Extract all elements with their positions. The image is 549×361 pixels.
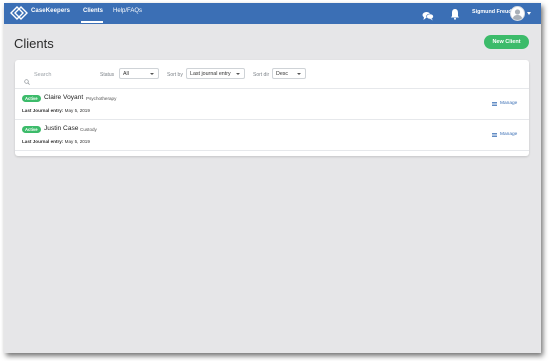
sort-by-select-value: Last journal entry <box>190 71 231 77</box>
manage-label: Manage <box>500 132 518 137</box>
client-name[interactable]: Justin Case <box>44 125 78 132</box>
user-avatar-icon[interactable] <box>510 6 525 21</box>
casekeepers-logo-icon[interactable] <box>10 6 28 20</box>
list-icon <box>492 133 497 139</box>
top-navbar: CaseKeepers Clients Help/FAQs Sigmund Fr… <box>4 3 541 24</box>
search-icon <box>24 72 30 90</box>
last-entry-date: May 5, 2019 <box>64 139 90 144</box>
new-client-button[interactable]: New Client <box>484 35 529 49</box>
manage-label: Manage <box>500 101 518 106</box>
chat-bubbles-icon[interactable] <box>422 8 434 26</box>
last-entry-label: Last Journal entry: <box>22 139 64 144</box>
filter-bar: Status All Sort by Last journal entry So… <box>15 60 529 89</box>
page-title: Clients <box>14 36 54 51</box>
nav-help-faqs[interactable]: Help/FAQs <box>113 8 142 14</box>
client-type: Psychotherapy <box>86 96 117 101</box>
status-select[interactable]: All <box>119 68 159 79</box>
app-window: CaseKeepers Clients Help/FAQs Sigmund Fr… <box>4 3 541 353</box>
last-entry: Last Journal entry: May 5, 2019 <box>22 139 90 144</box>
search-input[interactable] <box>34 69 94 80</box>
status-select-value: All <box>123 71 129 77</box>
status-filter-label: Status <box>100 72 115 78</box>
client-type: Custody <box>80 127 97 132</box>
list-icon <box>492 102 497 108</box>
last-entry-date: May 5, 2019 <box>64 108 90 113</box>
bell-icon[interactable] <box>450 7 460 25</box>
client-name[interactable]: Claire Voyant <box>44 94 83 101</box>
status-badge: Active <box>22 95 41 102</box>
clients-card: Status All Sort by Last journal entry So… <box>15 60 529 156</box>
last-entry-label: Last Journal entry: <box>22 108 64 113</box>
nav-active-indicator <box>81 21 103 23</box>
sort-dir-select-value: Desc <box>276 71 289 77</box>
client-row[interactable]: Active Claire Voyant Psychotherapy Last … <box>15 89 529 120</box>
sort-dir-select[interactable]: Desc <box>272 68 306 79</box>
chevron-down-icon <box>297 73 301 75</box>
status-badge: Active <box>22 126 41 133</box>
sort-dir-label: Sort dir <box>253 72 270 78</box>
brand-name[interactable]: CaseKeepers <box>31 8 70 14</box>
nav-clients[interactable]: Clients <box>83 8 103 14</box>
client-row[interactable]: Active Justin Case Custody Last Journal … <box>15 120 529 151</box>
sort-by-select[interactable]: Last journal entry <box>186 68 245 79</box>
user-name[interactable]: Sigmund Freud <box>472 9 512 15</box>
last-entry: Last Journal entry: May 5, 2019 <box>22 108 90 113</box>
chevron-down-icon <box>236 73 240 75</box>
sort-by-label: Sort by <box>167 72 183 78</box>
chevron-down-icon <box>150 73 154 75</box>
chevron-down-icon[interactable] <box>527 12 531 15</box>
